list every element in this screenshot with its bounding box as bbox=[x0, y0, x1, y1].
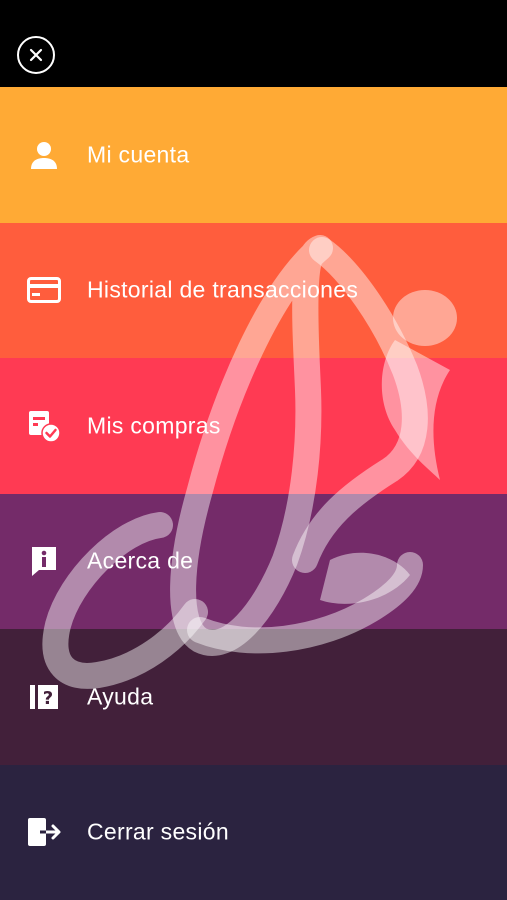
help-book-icon: ? bbox=[26, 679, 62, 715]
menu-item-label: Acerca de bbox=[87, 547, 194, 574]
menu-item-label: Cerrar sesión bbox=[87, 818, 229, 845]
logout-icon bbox=[26, 814, 62, 850]
menu-item-cerrar-sesion[interactable]: Cerrar sesión bbox=[0, 764, 507, 900]
menu-item-mis-compras[interactable]: Mis compras bbox=[0, 358, 507, 494]
menu-item-ayuda[interactable]: ? Ayuda bbox=[0, 629, 507, 765]
menu-item-label: Mi cuenta bbox=[87, 141, 190, 168]
purchases-icon bbox=[26, 408, 62, 444]
menu-item-acerca-de[interactable]: Acerca de bbox=[0, 493, 507, 629]
side-menu: Mi cuenta Historial de transacciones Mis… bbox=[0, 87, 507, 900]
top-bar bbox=[0, 0, 507, 87]
close-button[interactable] bbox=[17, 36, 55, 74]
menu-item-label: Mis compras bbox=[87, 412, 221, 439]
menu-item-historial[interactable]: Historial de transacciones bbox=[0, 222, 507, 358]
menu-item-label: Historial de transacciones bbox=[87, 276, 359, 303]
credit-card-icon bbox=[26, 272, 62, 308]
close-icon bbox=[29, 48, 43, 62]
user-icon bbox=[26, 137, 62, 173]
info-icon bbox=[26, 543, 62, 579]
menu-item-mi-cuenta[interactable]: Mi cuenta bbox=[0, 87, 507, 223]
svg-text:?: ? bbox=[43, 688, 53, 709]
menu-item-label: Ayuda bbox=[87, 683, 154, 710]
